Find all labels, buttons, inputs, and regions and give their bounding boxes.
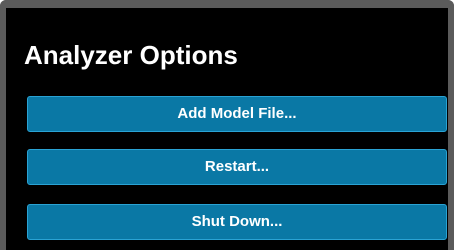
- analyzer-options-panel: Analyzer Options Add Model File... Resta…: [0, 0, 454, 250]
- add-model-file-button[interactable]: Add Model File...: [27, 96, 447, 132]
- panel-title: Analyzer Options: [24, 40, 238, 70]
- shut-down-button[interactable]: Shut Down...: [27, 204, 447, 240]
- restart-button[interactable]: Restart...: [27, 149, 447, 185]
